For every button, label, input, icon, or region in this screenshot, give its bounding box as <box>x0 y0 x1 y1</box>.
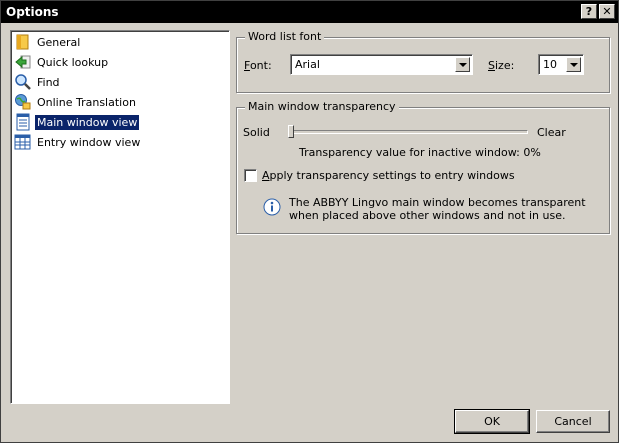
apply-transparency-label[interactable]: Apply transparency settings to entry win… <box>262 169 515 182</box>
globe-icon <box>14 93 32 111</box>
size-select[interactable]: 10 <box>538 54 584 75</box>
tree-item-label: Online Translation <box>37 95 136 109</box>
tree-item-label: Quick lookup <box>37 55 109 69</box>
transparency-slider-track[interactable] <box>289 130 528 134</box>
options-category-tree[interactable]: General Quick lookup Find Online Transla… <box>10 30 230 404</box>
font-select[interactable]: Arial <box>290 54 473 75</box>
group-title: Word list font <box>245 30 325 43</box>
size-label: Size: <box>488 59 515 72</box>
size-select-value: 10 <box>543 58 557 71</box>
help-button[interactable]: ? <box>581 4 597 19</box>
cancel-button[interactable]: Cancel <box>536 410 610 433</box>
tree-item-label: Entry window view <box>37 135 141 149</box>
transparency-value-text: Transparency value for inactive window: … <box>299 146 541 159</box>
tree-item-label: General <box>37 35 81 49</box>
magnifier-icon <box>14 73 32 91</box>
info-icon <box>263 198 283 218</box>
arrow-icon <box>14 53 32 71</box>
title-bar: Options ? ✕ <box>1 1 618 23</box>
tree-item-label: Find <box>37 75 60 89</box>
apply-transparency-checkbox[interactable] <box>244 169 257 182</box>
info-text: The ABBYY Lingvo main window becomes tra… <box>289 196 586 222</box>
font-select-value: Arial <box>295 58 320 71</box>
tree-item-quick-lookup[interactable]: Quick lookup <box>14 53 110 71</box>
options-dialog: Options ? ✕ General Quick lookup Find On… <box>0 0 619 443</box>
clear-label: Clear <box>537 126 566 139</box>
window-icon <box>14 113 32 131</box>
ok-button[interactable]: OK <box>454 409 530 434</box>
grid-icon <box>14 133 32 151</box>
dialog-title: Options <box>6 5 59 19</box>
tree-item-general[interactable]: General <box>14 33 82 51</box>
solid-label: Solid <box>243 126 270 139</box>
font-label: Font: <box>244 59 272 72</box>
tree-item-label: Main window view <box>33 113 141 131</box>
tree-item-find[interactable]: Find <box>14 73 62 91</box>
tree-item-online-translation[interactable]: Online Translation <box>14 93 138 111</box>
folder-icon <box>14 33 32 51</box>
transparency-slider-thumb[interactable] <box>288 125 294 138</box>
group-title: Main window transparency <box>245 100 399 113</box>
close-button[interactable]: ✕ <box>599 4 615 19</box>
dropdown-arrow-icon[interactable] <box>455 57 470 72</box>
tree-item-entry-window-view[interactable]: Entry window view <box>14 133 142 151</box>
tree-item-main-window-view[interactable]: Main window view <box>14 113 141 131</box>
dropdown-arrow-icon[interactable] <box>566 57 581 72</box>
